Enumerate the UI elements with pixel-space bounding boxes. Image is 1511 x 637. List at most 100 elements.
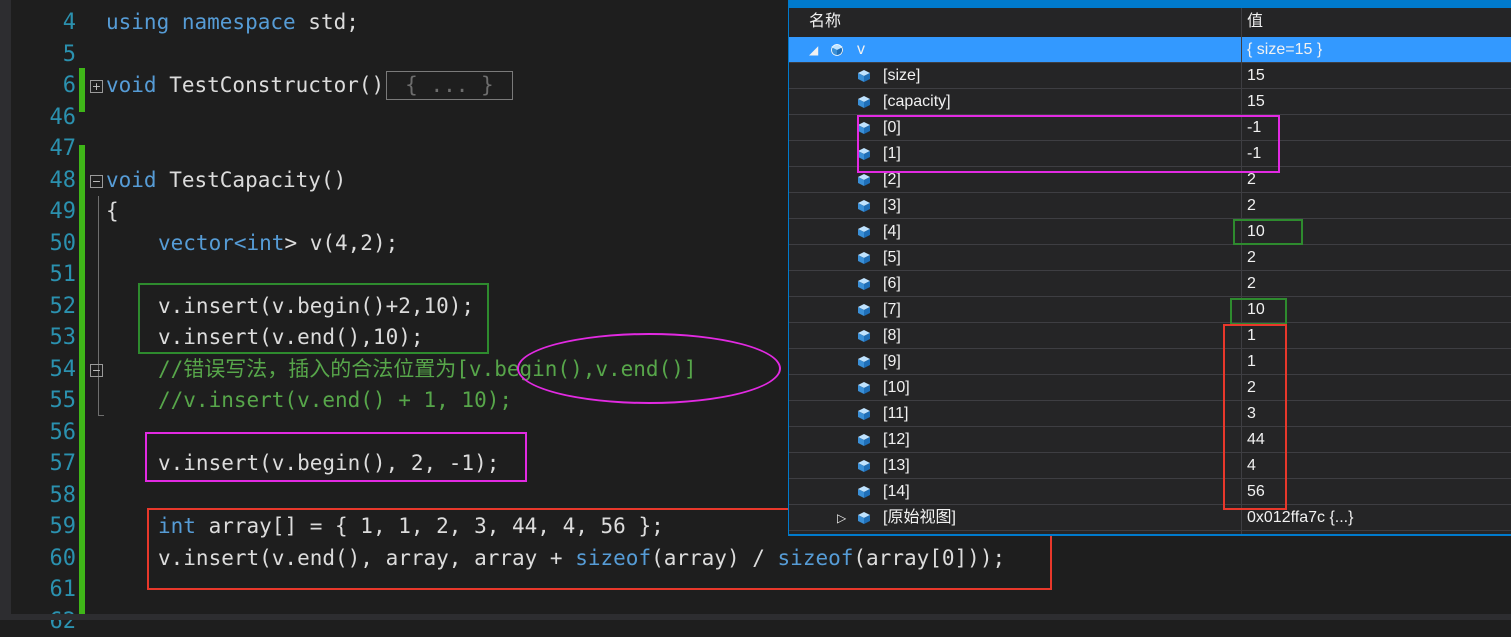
line-number: 48 <box>49 167 77 193</box>
line-number: 60 <box>49 545 77 571</box>
line-number: 46 <box>49 104 77 130</box>
collapse-icon[interactable]: − <box>90 363 103 377</box>
watch-header: 名称 值 <box>789 8 1511 35</box>
annotation-magenta-box <box>145 432 527 482</box>
watch-value[interactable]: 2 <box>1247 271 1256 297</box>
annotation-green-box <box>1233 219 1303 245</box>
watch-name: [6] <box>883 275 901 292</box>
field-cube-icon <box>858 200 870 212</box>
field-cube-icon <box>858 330 870 342</box>
collapsed-region[interactable]: { ... } <box>386 71 513 100</box>
annotation-green-box <box>138 283 489 354</box>
line-number: 59 <box>49 514 77 539</box>
field-cube-icon <box>858 408 870 420</box>
watch-row[interactable]: [4] 10 <box>789 219 1511 245</box>
field-cube-icon <box>858 226 870 238</box>
line-number: 4 <box>62 10 76 35</box>
watch-row[interactable]: [6] 2 <box>789 271 1511 297</box>
watch-value[interactable]: 2 <box>1247 193 1256 219</box>
field-cube-icon <box>858 512 870 524</box>
field-cube-icon <box>858 486 870 498</box>
field-cube-icon <box>858 174 870 186</box>
name-column-header[interactable]: 名称 <box>809 8 841 35</box>
line-number: 52 <box>49 293 77 319</box>
watch-row[interactable]: [10] 2 <box>789 375 1511 401</box>
line-number: 56 <box>49 419 77 445</box>
value-column-header[interactable]: 值 <box>1247 8 1263 35</box>
watch-name: [5] <box>883 249 901 266</box>
line-number: 51 <box>49 262 77 287</box>
watch-row[interactable]: [12] 44 <box>789 427 1511 453</box>
watch-name: [size] <box>883 67 921 84</box>
field-cube-icon <box>858 252 870 264</box>
watch-name: [原始视图] <box>883 509 956 526</box>
watch-name: [12] <box>883 431 910 448</box>
line-number: 54 <box>49 356 77 382</box>
watch-value[interactable]: 15 <box>1247 63 1265 89</box>
annotation-magenta-ellipse <box>517 333 781 404</box>
watch-row[interactable]: [capacity] 15 <box>789 89 1511 115</box>
line-number: 53 <box>49 325 77 350</box>
watch-row[interactable]: [11] 3 <box>789 401 1511 427</box>
expand-arrow-icon[interactable]: ▷ <box>837 505 846 531</box>
watch-row[interactable]: [7] 10 <box>789 297 1511 323</box>
watch-row[interactable]: [13] 4 <box>789 453 1511 479</box>
watch-name: [14] <box>883 483 910 500</box>
line-number: 58 <box>49 482 77 508</box>
watch-window[interactable]: 名称 值 ◢ v{ size=15 } [size] 15 [capacity] 15 [0… <box>788 0 1511 536</box>
watch-row[interactable]: [5] 2 <box>789 245 1511 271</box>
watch-name: [9] <box>883 353 901 370</box>
watch-row[interactable]: [3] 2 <box>789 193 1511 219</box>
expand-icon[interactable]: + <box>90 80 103 93</box>
code-line[interactable]: 62 <box>0 606 1511 637</box>
line-number: 6 <box>62 73 76 98</box>
annotation-red-box <box>1223 324 1287 510</box>
watch-row[interactable]: ◢ v { size=15 } <box>789 37 1511 63</box>
annotation-green-box <box>1230 298 1287 325</box>
watch-value[interactable]: 15 <box>1247 89 1265 115</box>
code-text: vector<int> v(4,2); <box>158 230 399 255</box>
code-text: using namespace std; <box>106 10 359 34</box>
field-cube-icon <box>858 434 870 446</box>
watch-row[interactable]: [14] 56 <box>789 479 1511 505</box>
collapse-icon[interactable]: − <box>90 174 103 188</box>
annotation-magenta-box <box>857 115 1280 173</box>
line-number: 47 <box>49 136 77 161</box>
watch-name: [11] <box>883 405 909 422</box>
field-cube-icon <box>858 70 870 82</box>
line-number: 61 <box>49 577 77 602</box>
field-cube-icon <box>858 382 870 394</box>
watch-title-bar <box>789 0 1511 8</box>
field-cube-icon <box>858 96 870 108</box>
watch-name: v <box>857 41 865 58</box>
watch-name: [7] <box>883 301 901 318</box>
watch-value[interactable]: 2 <box>1247 245 1256 271</box>
field-cube-icon <box>858 304 870 316</box>
line-number: 62 <box>49 608 77 634</box>
watch-row[interactable]: [9] 1 <box>789 349 1511 375</box>
collapse-arrow-icon[interactable]: ◢ <box>809 37 818 63</box>
watch-row[interactable]: [size] 15 <box>789 63 1511 89</box>
field-cube-icon <box>858 460 870 472</box>
line-number: 5 <box>62 41 76 67</box>
watch-name: [4] <box>883 223 901 240</box>
watch-row[interactable]: ▷ [原始视图] 0x012ffa7c {...} <box>789 505 1511 531</box>
code-text: void TestConstructor(){ ... } <box>106 70 513 101</box>
code-text: //v.insert(v.end() + 1, 10); <box>158 388 513 412</box>
watch-name: [capacity] <box>883 93 951 110</box>
line-number: 49 <box>49 199 77 224</box>
watch-name: [8] <box>883 327 901 344</box>
watch-name: [10] <box>883 379 910 396</box>
watch-value[interactable]: { size=15 } <box>1247 37 1322 63</box>
watch-name: [3] <box>883 197 901 214</box>
field-cube-icon <box>831 44 843 56</box>
field-cube-icon <box>858 356 870 368</box>
code-text: void TestCapacity() <box>106 167 347 192</box>
line-number: 57 <box>49 451 77 476</box>
code-text: { <box>106 199 119 223</box>
field-cube-icon <box>858 278 870 290</box>
watch-row[interactable]: [8] 1 <box>789 323 1511 349</box>
line-number: 50 <box>49 230 77 256</box>
line-number: 55 <box>49 388 77 413</box>
editor-bottom-bar <box>0 614 1511 620</box>
